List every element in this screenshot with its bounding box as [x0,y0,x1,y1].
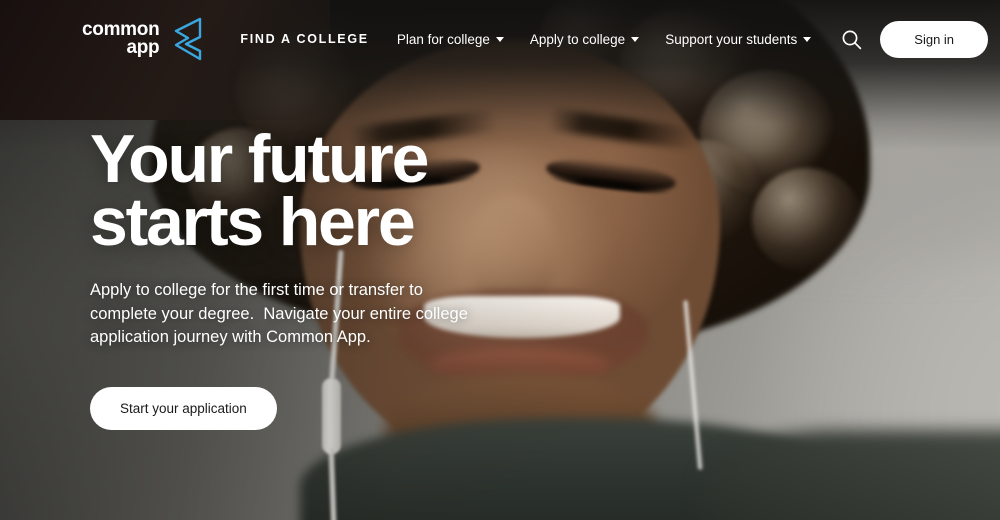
chevron-down-icon [631,36,640,42]
main-navigation-bar: common app FIND A COLLEGE Plan for colle… [0,0,1000,78]
search-icon[interactable] [837,25,866,54]
start-your-application-button[interactable]: Start your application [90,387,277,431]
logo-line-2: app [126,37,160,58]
page-title: Your future starts here [90,125,610,256]
sign-in-button[interactable]: Sign in [880,20,989,58]
logo-wordmark: common app [82,21,160,58]
nav-item-support-your-students[interactable]: Support your students [665,31,812,47]
nav-item-apply-to-college[interactable]: Apply to college [529,31,640,47]
nav-item-label: Apply to college [529,31,626,47]
hero-content: Your future starts here Apply to college… [90,125,610,431]
nav-find-a-college[interactable]: FIND A COLLEGE [240,32,368,46]
nav-links-group: FIND A COLLEGE Plan for college Apply to… [240,32,837,47]
nav-item-plan-for-college[interactable]: Plan for college [397,32,504,47]
common-app-logo[interactable]: common app [82,17,204,61]
hero-subcopy: Apply to college for the first time or t… [90,281,473,346]
chevron-down-icon [803,36,812,42]
nav-item-label: Plan for college [396,31,490,47]
chevron-down-icon [495,36,504,42]
headline-line-2: starts here [90,183,416,260]
nav-actions-group: Sign in Create an account [837,20,1000,59]
nav-item-label: Support your students [665,31,798,47]
common-app-bracket-icon [175,17,202,61]
